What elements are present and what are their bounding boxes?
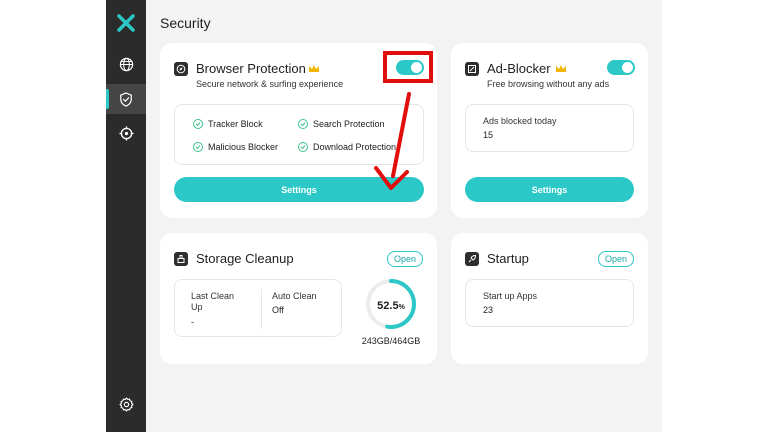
startup-apps-box: Start up Apps 23	[465, 279, 634, 327]
last-clean-label: Last Clean	[191, 291, 235, 301]
ad-blocker-settings-button[interactable]: Settings	[465, 177, 634, 202]
sidebar-item-security[interactable]	[106, 84, 146, 114]
ad-blocker-title: Ad-Blocker	[487, 61, 551, 76]
storage-cleanup-card: Storage Cleanup Open Last Clean Up - Aut…	[160, 233, 437, 364]
startup-open-button[interactable]: Open	[598, 251, 634, 267]
sidebar-item-network[interactable]	[106, 49, 146, 79]
globe-icon	[119, 57, 133, 71]
shield-check-icon	[120, 91, 132, 107]
logo-x-icon	[117, 14, 135, 32]
broom-icon	[174, 252, 188, 266]
ad-blocker-card: Ad-Blocker Free browsing without any ads…	[451, 43, 648, 218]
startup-title: Startup	[487, 251, 529, 266]
sidebar-item-settings[interactable]	[106, 389, 146, 419]
annotation-highlight-box	[383, 51, 433, 83]
storage-cleanup-title: Storage Cleanup	[196, 251, 294, 266]
feature-item: Malicious Blocker	[193, 142, 278, 152]
crown-icon	[309, 65, 319, 72]
browser-protection-subtitle: Secure network & surfing experience	[196, 79, 344, 89]
storage-details-box: Last Clean Up - Auto Clean Off	[174, 279, 342, 337]
browser-protection-title: Browser Protection	[196, 61, 306, 76]
startup-card: Startup Open Start up Apps 23	[451, 233, 648, 364]
crown-icon	[556, 65, 566, 72]
usage-size-text: 243GB/464GB	[361, 336, 421, 346]
sidebar	[106, 0, 146, 432]
check-circle-icon	[193, 142, 203, 152]
auto-clean-value: Off	[272, 305, 284, 315]
ad-block-icon	[465, 62, 479, 76]
feature-item: Tracker Block	[193, 119, 263, 129]
app-logo[interactable]	[106, 8, 146, 38]
ads-blocked-value: 15	[483, 130, 494, 140]
ads-blocked-box: Ads blocked today 15	[465, 104, 634, 152]
app-window: Security Browser Protection Secure netwo…	[106, 0, 662, 432]
divider	[261, 289, 262, 329]
rocket-icon	[465, 252, 479, 266]
compass-icon	[174, 62, 188, 76]
check-circle-icon	[298, 142, 308, 152]
annotation-arrow	[374, 92, 411, 190]
ad-blocker-subtitle: Free browsing without any ads	[487, 79, 610, 89]
startup-apps-label: Start up Apps	[483, 291, 538, 301]
auto-clean-label: Auto Clean	[272, 291, 317, 301]
usage-percent-label: 52.5%	[377, 300, 405, 312]
storage-cleanup-open-button[interactable]: Open	[387, 251, 423, 267]
page-title: Security	[160, 15, 211, 31]
ads-blocked-label: Ads blocked today	[483, 116, 557, 126]
check-circle-icon	[193, 119, 203, 129]
sidebar-item-target[interactable]	[106, 118, 146, 148]
check-circle-icon	[298, 119, 308, 129]
gear-icon	[118, 396, 134, 412]
ad-blocker-toggle[interactable]	[607, 60, 635, 75]
last-clean-value: -	[191, 317, 194, 327]
last-clean-label-cont: Up	[191, 302, 203, 312]
startup-apps-value: 23	[483, 305, 494, 315]
crosshair-icon	[118, 125, 134, 141]
